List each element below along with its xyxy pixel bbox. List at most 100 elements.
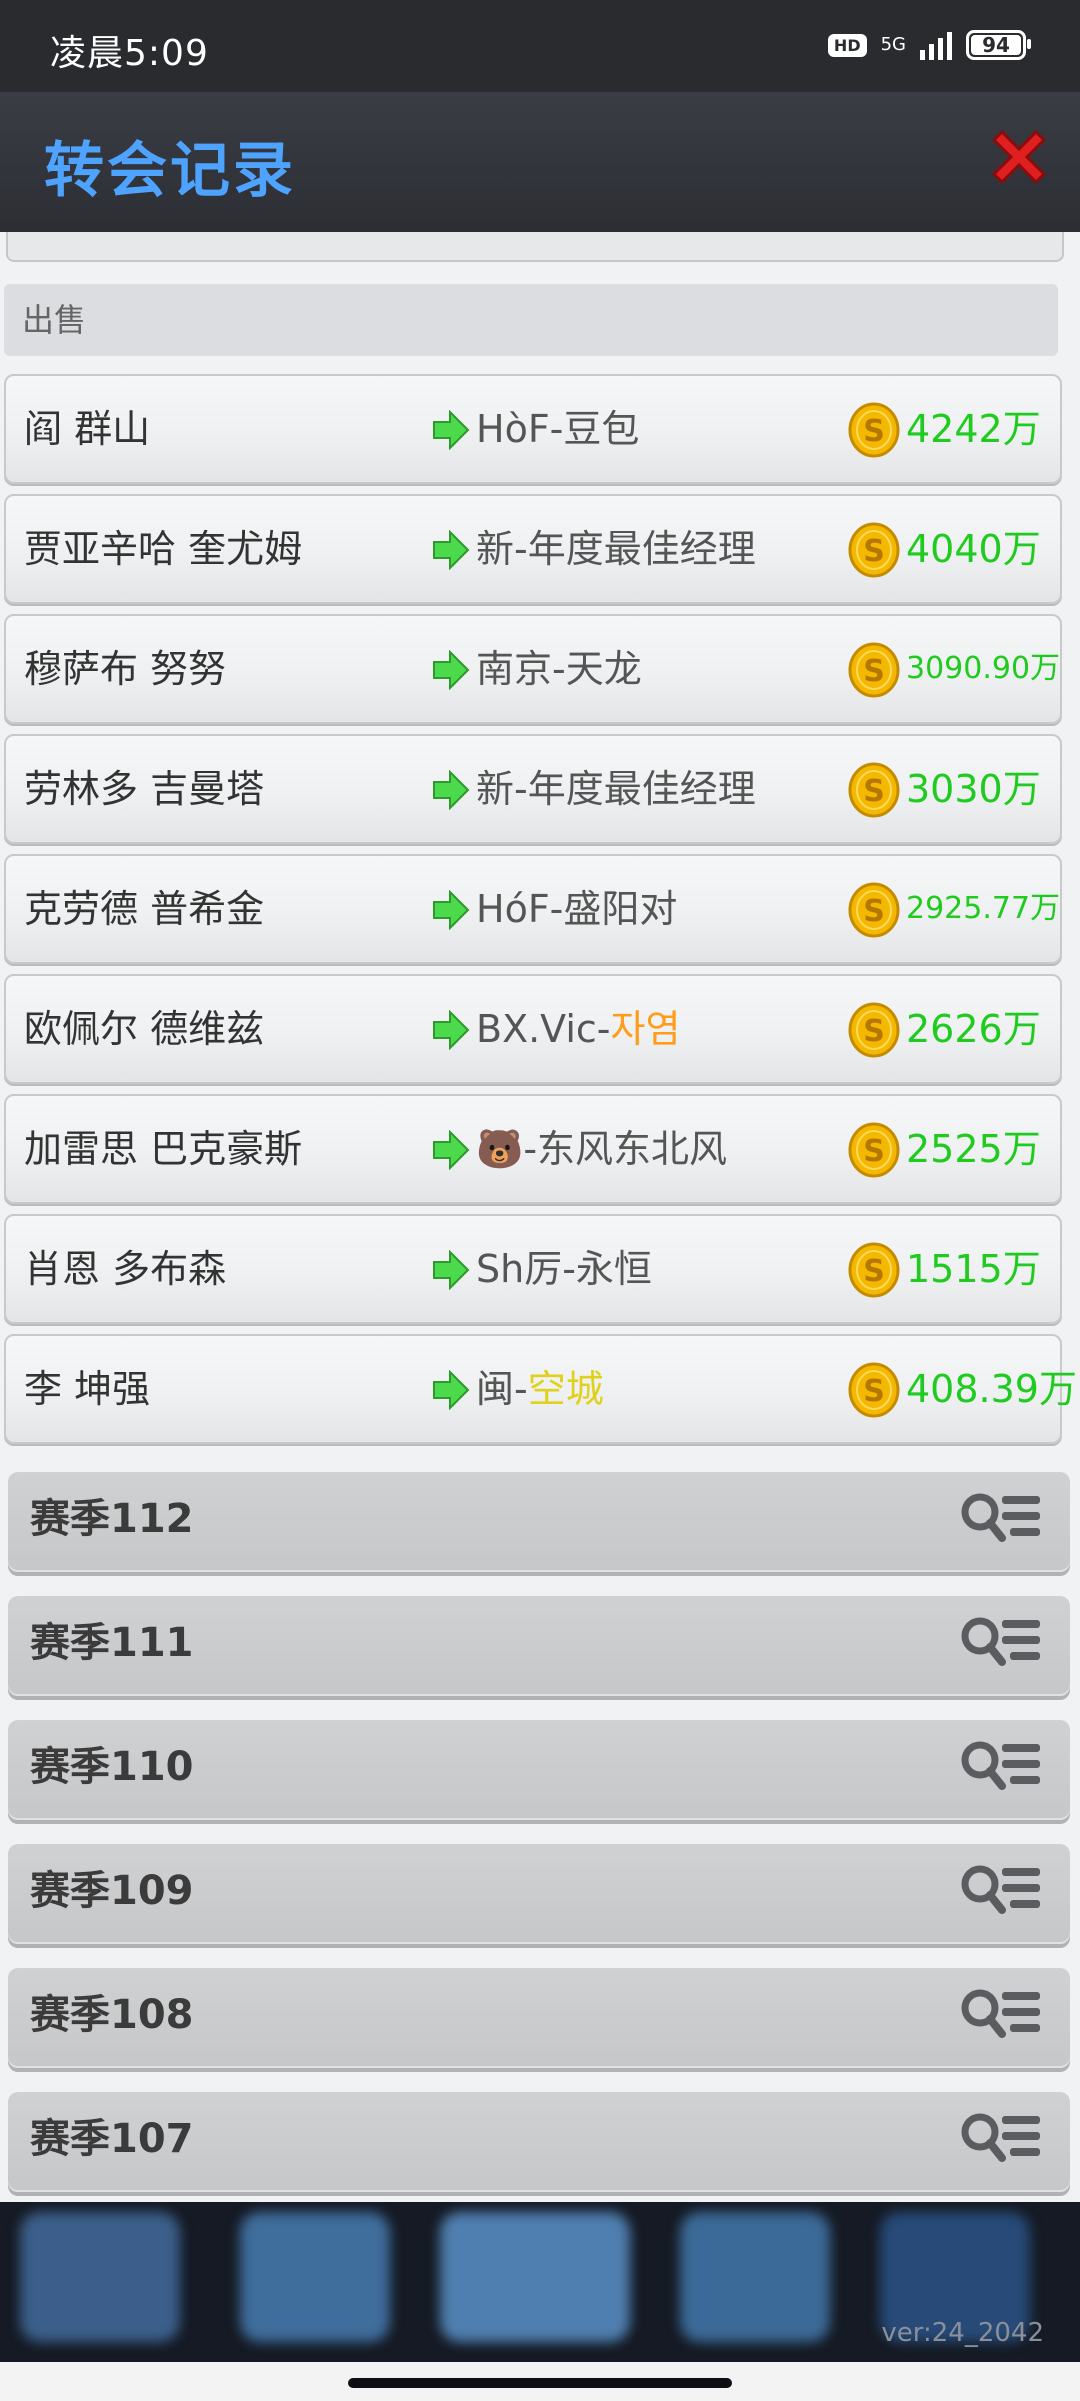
- search-list-icon[interactable]: [960, 1490, 1044, 1550]
- transfer-price: 2925.77万: [906, 891, 1061, 926]
- buyer-team-name: 新-年度最佳经理: [476, 767, 756, 811]
- page-title: 转会记录: [44, 136, 296, 206]
- player-name: 加雷思 巴克豪斯: [24, 1127, 303, 1171]
- buyer-team-name: HóF-盛阳对: [476, 887, 678, 931]
- buyer-team: 南京-天龙: [476, 616, 642, 722]
- transfer-row[interactable]: 穆萨布 努努 南京-天龙 S 3090.90万: [4, 614, 1062, 724]
- season-label: 赛季109: [30, 1868, 194, 1914]
- buyer-team-name: 新-年度最佳经理: [476, 527, 756, 571]
- nav-item-4[interactable]: [680, 2212, 830, 2342]
- battery-icon: 94: [966, 30, 1031, 60]
- player-name: 穆萨布 努努: [24, 647, 227, 691]
- season-row[interactable]: 赛季107: [8, 2092, 1070, 2192]
- nav-item-3[interactable]: [440, 2212, 630, 2342]
- transfer-row[interactable]: 阎 群山 HòF-豆包 S 4242万: [4, 374, 1062, 484]
- bottom-nav: ver:24_2042: [0, 2202, 1080, 2362]
- close-button[interactable]: [984, 122, 1054, 192]
- player-name: 克劳德 普希金: [24, 887, 265, 931]
- transfer-list: 阎 群山 HòF-豆包 S 4242万 贾亚辛哈 奎尤姆 新-年度最佳经理 S 4040万 穆萨…: [4, 374, 1077, 1454]
- svg-text:S: S: [863, 1134, 885, 1169]
- hd-icon: HD: [827, 33, 867, 57]
- transfer-row[interactable]: 李 坤强 闽-空城 S 408.39万: [4, 1334, 1077, 1444]
- buyer-team: 闽-空城: [476, 1336, 604, 1442]
- svg-text:S: S: [863, 534, 885, 569]
- buyer-team: BX.Vic-자염: [476, 976, 680, 1082]
- status-bar: 凌晨5:09 HD 5G 94: [0, 0, 1080, 92]
- season-row[interactable]: 赛季109: [8, 1844, 1070, 1944]
- svg-text:S: S: [863, 414, 885, 449]
- transfer-price: 3090.90万: [906, 651, 1061, 686]
- buyer-team: HòF-豆包: [476, 376, 639, 482]
- svg-text:S: S: [863, 654, 885, 689]
- arrow-right-icon: [433, 1250, 470, 1290]
- transfer-price: 2626万: [906, 1007, 1041, 1051]
- transfer-row[interactable]: 劳林多 吉曼塔 新-年度最佳经理 S 3030万: [4, 734, 1062, 844]
- svg-text:S: S: [863, 774, 885, 809]
- transfer-row[interactable]: 加雷思 巴克豪斯 🐻-东风东北风 S 2525万: [4, 1094, 1062, 1204]
- transfer-price: 408.39万: [906, 1367, 1077, 1411]
- season-row[interactable]: 赛季111: [8, 1596, 1070, 1696]
- player-name: 阎 群山: [24, 407, 151, 451]
- version-label: ver:24_2042: [881, 2318, 1044, 2348]
- svg-text:S: S: [863, 1374, 885, 1409]
- transfer-price: 4242万: [906, 407, 1041, 451]
- season-row[interactable]: 赛季112: [8, 1472, 1070, 1572]
- player-name: 劳林多 吉曼塔: [24, 767, 265, 811]
- season-list: 赛季112 赛季111 赛季110 赛季109 赛季108 赛季107: [8, 1472, 1070, 2202]
- coin-icon: S: [848, 1002, 900, 1058]
- battery-level: 94: [982, 33, 1010, 57]
- season-label: 赛季107: [30, 2116, 194, 2162]
- dialog-header: 转会记录: [0, 92, 1080, 232]
- season-label: 赛季108: [30, 1992, 194, 2038]
- transfer-price: 1515万: [906, 1247, 1041, 1291]
- season-row[interactable]: 赛季110: [8, 1720, 1070, 1820]
- signal-icon: [920, 30, 952, 60]
- arrow-right-icon: [433, 650, 470, 690]
- coin-icon: S: [848, 522, 900, 578]
- buyer-team-highlight: 空城: [527, 1367, 604, 1411]
- svg-text:S: S: [863, 1014, 885, 1049]
- search-list-icon[interactable]: [960, 2110, 1044, 2170]
- transfer-row[interactable]: 贾亚辛哈 奎尤姆 新-年度最佳经理 S 4040万: [4, 494, 1062, 604]
- section-label-sale: 出售: [4, 284, 1058, 356]
- player-name: 李 坤强: [24, 1367, 151, 1411]
- list-item-partial: [6, 232, 1064, 262]
- arrow-right-icon: [433, 770, 470, 810]
- transfer-row[interactable]: 克劳德 普希金 HóF-盛阳对 S 2925.77万: [4, 854, 1062, 964]
- coin-icon: S: [848, 762, 900, 818]
- season-label: 赛季112: [30, 1496, 194, 1542]
- coin-icon: S: [848, 402, 900, 458]
- search-list-icon[interactable]: [960, 1738, 1044, 1798]
- player-name: 肖恩 多布森: [24, 1247, 227, 1291]
- buyer-team: Sh厉-永恒: [476, 1216, 652, 1322]
- buyer-team-highlight: 자염: [610, 1007, 681, 1051]
- arrow-right-icon: [433, 890, 470, 930]
- network-type: 5G: [880, 34, 906, 55]
- svg-text:S: S: [863, 1254, 885, 1289]
- search-list-icon[interactable]: [960, 1862, 1044, 1922]
- home-indicator[interactable]: [348, 2378, 732, 2388]
- arrow-right-icon: [433, 1130, 470, 1170]
- buyer-team-name: 南京-天龙: [476, 647, 642, 691]
- buyer-team-name: 🐻-东风东北风: [476, 1127, 728, 1171]
- buyer-team: HóF-盛阳对: [476, 856, 677, 962]
- close-icon: [991, 129, 1047, 185]
- transfer-price: 4040万: [906, 527, 1041, 571]
- arrow-right-icon: [433, 1370, 470, 1410]
- transfer-price: 3030万: [906, 767, 1041, 811]
- nav-item-1[interactable]: [20, 2212, 180, 2342]
- buyer-team-name: Sh厉-永恒: [476, 1247, 652, 1291]
- season-row[interactable]: 赛季108: [8, 1968, 1070, 2068]
- transfer-panel[interactable]: 出售 阎 群山 HòF-豆包 S 4242万 贾亚辛哈 奎尤姆 新-年度最佳经理 S 4040…: [0, 232, 1080, 2202]
- nav-item-2[interactable]: [240, 2212, 390, 2342]
- search-list-icon[interactable]: [960, 1614, 1044, 1674]
- transfer-row[interactable]: 欧佩尔 德维兹 BX.Vic-자염 S 2626万: [4, 974, 1062, 1084]
- buyer-team: 🐻-东风东北风: [476, 1096, 727, 1202]
- player-name: 欧佩尔 德维兹: [24, 1007, 265, 1051]
- coin-icon: S: [848, 882, 900, 938]
- buyer-team: 新-年度最佳经理: [476, 496, 756, 602]
- buyer-team: 新-年度最佳经理: [476, 736, 756, 842]
- arrow-right-icon: [433, 410, 470, 450]
- search-list-icon[interactable]: [960, 1986, 1044, 2046]
- transfer-row[interactable]: 肖恩 多布森 Sh厉-永恒 S 1515万: [4, 1214, 1062, 1324]
